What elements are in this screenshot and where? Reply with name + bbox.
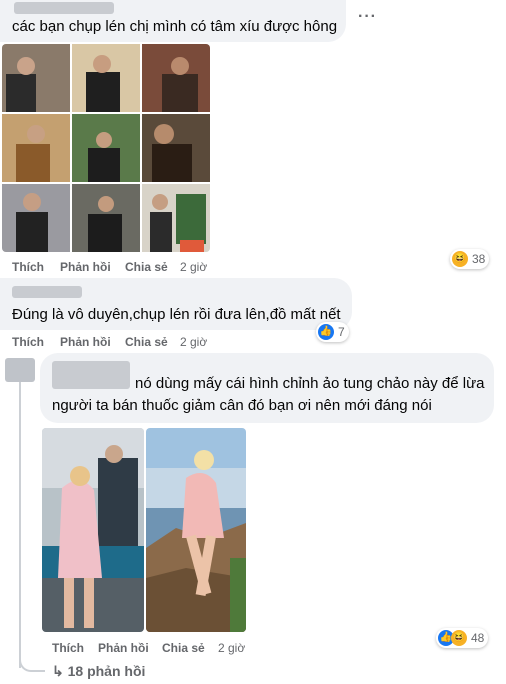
comment-bubble-1: các bạn chụp lén chị mình có tâm xíu đượ…: [0, 0, 346, 42]
like-icon: 👍: [318, 324, 334, 340]
photo-figure: [150, 212, 172, 252]
reply-button[interactable]: Phản hồi: [98, 641, 149, 655]
reply-button[interactable]: Phản hồi: [60, 335, 111, 349]
reaction-count: 7: [338, 325, 345, 339]
photo-figure: [86, 72, 120, 112]
attached-photo-collage[interactable]: [2, 44, 210, 252]
more-icon[interactable]: ···: [358, 8, 377, 26]
photo-head: [93, 55, 111, 73]
photo-figure: [6, 74, 36, 112]
collage-svg: [2, 44, 210, 252]
comment-text: Đúng là vô duyên,chụp lén rồi đưa lên,đồ…: [12, 306, 341, 323]
author-name-blurred[interactable]: [52, 361, 130, 389]
reaction-summary[interactable]: 😆 38: [450, 249, 490, 269]
thread-line: [19, 380, 21, 668]
avatar[interactable]: [5, 358, 35, 382]
more-label: ···: [358, 8, 377, 25]
photo-head: [17, 57, 35, 75]
reply-button[interactable]: Phản hồi: [60, 260, 111, 274]
comment-time[interactable]: 2 giờ: [180, 335, 207, 349]
reaction-count: 48: [471, 631, 485, 645]
photo-head: [171, 57, 189, 75]
view-replies-link[interactable]: ↳ 18 phản hồi: [52, 663, 145, 680]
photo-figure: [152, 144, 192, 182]
attached-photo-left[interactable]: [42, 428, 144, 632]
comment-bubble-2: Đúng là vô duyên,chụp lén rồi đưa lên,đồ…: [0, 278, 352, 330]
comment-time[interactable]: 2 giờ: [218, 641, 245, 655]
reaction-count: 38: [472, 252, 486, 266]
comment-bubble-3: nó dùng mấy cái hình chỉnh ảo tung chảo …: [40, 353, 494, 423]
photo-head: [98, 196, 114, 212]
reaction-summary[interactable]: 👍 7: [316, 322, 349, 342]
comment-text: các bạn chụp lén chị mình có tâm xíu đượ…: [12, 18, 338, 35]
photo-head: [23, 193, 41, 211]
thread-line-curve: [19, 648, 45, 672]
photo-figure: [16, 212, 48, 252]
haha-icon: 😆: [452, 251, 468, 267]
author-name-blurred[interactable]: [14, 2, 114, 14]
photo-figure: [16, 144, 50, 182]
haha-icon: 😆: [451, 630, 467, 646]
photo-svg: [42, 428, 144, 632]
photo-figure: [88, 148, 120, 182]
photo-pot: [180, 240, 204, 252]
share-button[interactable]: Chia sẻ: [125, 260, 168, 274]
photo-head: [27, 125, 45, 143]
reaction-summary[interactable]: 👍 😆 48: [436, 628, 489, 648]
comment-text-line-2: người ta bán thuốc giảm cân đó bạn ơi nê…: [52, 397, 432, 414]
photo-svg: [146, 428, 246, 632]
photo-head: [96, 132, 112, 148]
photo-figure: [88, 214, 122, 252]
comment-time[interactable]: 2 giờ: [180, 260, 207, 274]
share-button[interactable]: Chia sẻ: [162, 641, 205, 655]
like-button[interactable]: Thích: [52, 641, 84, 655]
comment-text-line-1: nó dùng mấy cái hình chỉnh ảo tung chảo …: [135, 375, 485, 392]
share-button[interactable]: Chia sẻ: [125, 335, 168, 349]
photo-head: [154, 124, 174, 144]
replies-label: ↳ 18 phản hồi: [52, 663, 146, 679]
attached-photo-right[interactable]: [146, 428, 246, 632]
like-button[interactable]: Thích: [12, 260, 44, 274]
like-button[interactable]: Thích: [12, 335, 44, 349]
photo-head: [152, 194, 168, 210]
photo-figure: [162, 74, 198, 112]
author-name-blurred[interactable]: [12, 286, 82, 298]
photo-plant: [176, 194, 206, 244]
